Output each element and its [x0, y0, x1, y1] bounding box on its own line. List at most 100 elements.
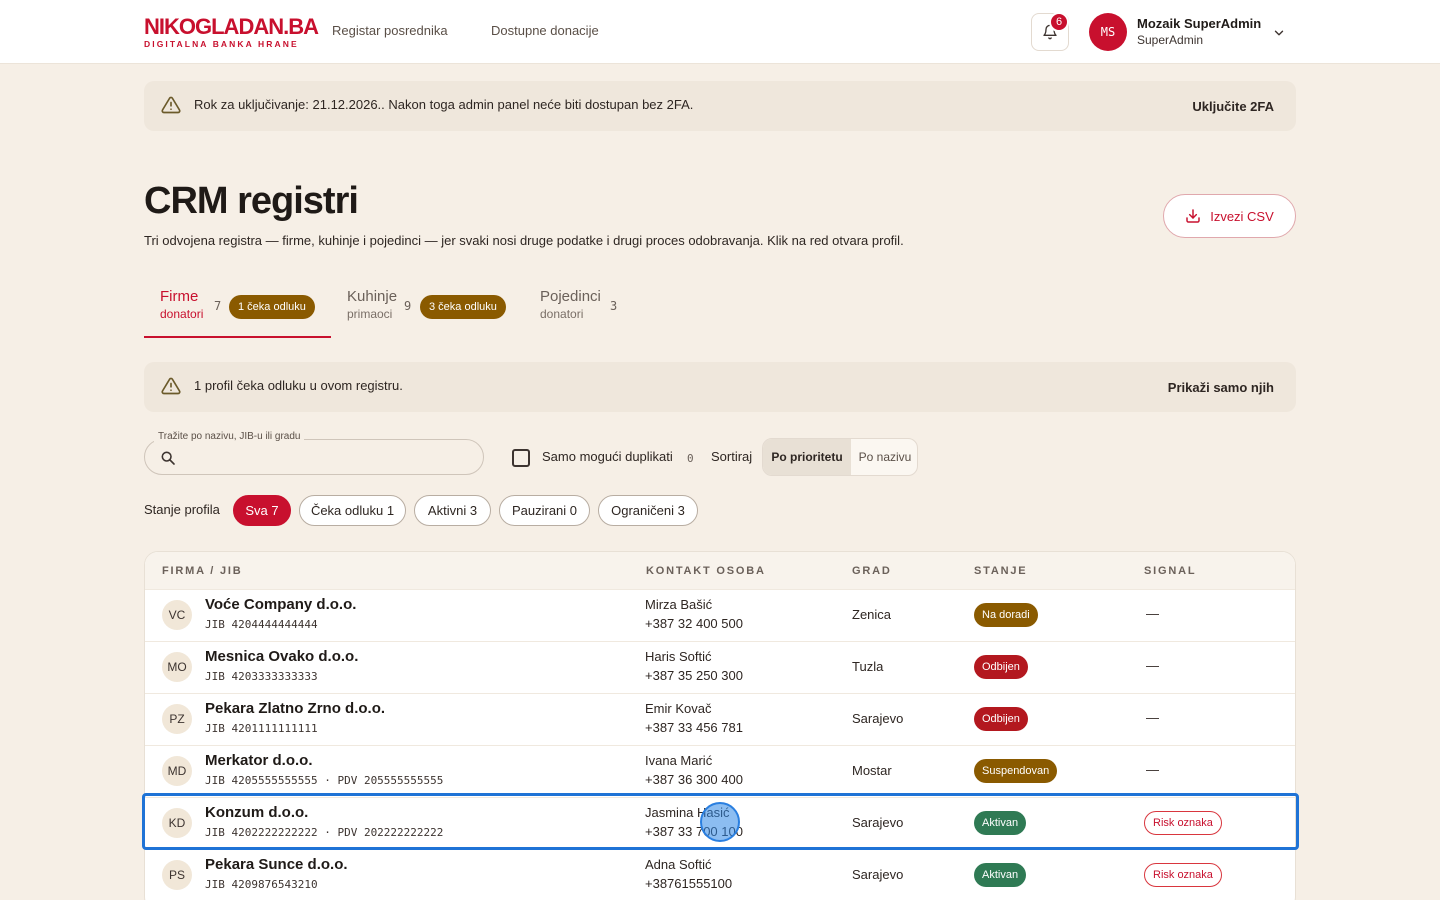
- user-role: SuperAdmin: [1137, 33, 1204, 47]
- status-badge: Aktivan: [974, 863, 1027, 887]
- tab-pojedinci-label: Pojedinci: [540, 288, 601, 305]
- contact-name: Ivana Marić: [645, 753, 713, 768]
- col-grad[interactable]: GRAD: [852, 565, 892, 577]
- col-firma[interactable]: FIRMA / JIB: [162, 565, 243, 577]
- search-input[interactable]: [186, 446, 466, 468]
- sort-by-name[interactable]: Po nazivu: [851, 439, 917, 475]
- top-bar: NIKOGLADAN.BA DIGITALNA BANKA HRANE Regi…: [0, 0, 1440, 64]
- signal: —: [1146, 606, 1159, 621]
- risk-badge: Risk oznaka: [1144, 863, 1222, 887]
- row-avatar: MD: [162, 756, 192, 786]
- page-title: CRM registri: [144, 180, 359, 222]
- city: Zenica: [852, 607, 892, 622]
- logo-main: NIKOGLADAN.BA: [144, 14, 319, 39]
- row-avatar: PZ: [162, 704, 192, 734]
- col-signal[interactable]: SIGNAL: [1144, 565, 1196, 577]
- duplicates-checkbox[interactable]: [512, 449, 530, 467]
- tab-kuhinje[interactable]: Kuhinje primaoci: [347, 288, 397, 321]
- contact-phone: +387 36 300 400: [645, 772, 743, 787]
- chip-ograniceni[interactable]: Ograničeni 3: [598, 495, 698, 526]
- firms-table: FIRMA / JIB KONTAKT OSOBA GRAD STANJE SI…: [144, 551, 1296, 900]
- chevron-down-icon[interactable]: [1272, 26, 1286, 40]
- status-badge: Suspendovan: [974, 759, 1058, 783]
- contact-phone: +38761555100: [645, 876, 733, 891]
- pending-banner: 1 profil čeka odluku u ovom registru. Pr…: [144, 362, 1296, 412]
- firm-jib: JIB 4204444444444: [205, 618, 318, 631]
- status-badge: Odbijen: [974, 655, 1028, 679]
- row-avatar: MO: [162, 652, 192, 682]
- contact-phone: +387 33 700 100: [645, 824, 743, 839]
- table-row[interactable]: VC Voće Company d.o.o. JIB 4204444444444…: [145, 589, 1295, 641]
- tab-kuhinje-sub: primaoci: [347, 307, 393, 321]
- sort-by-priority[interactable]: Po prioritetu: [763, 439, 851, 475]
- sort-toggle: Po prioritetu Po nazivu: [762, 438, 918, 476]
- chip-ceka-odluku[interactable]: Čeka odluku 1: [299, 495, 406, 526]
- contact-name: Emir Kovač: [645, 701, 712, 716]
- contact-phone: +387 32 400 500: [645, 616, 743, 631]
- firm-name: Pekara Zlatno Zrno d.o.o.: [205, 700, 386, 717]
- tab-firme[interactable]: Firme donatori: [160, 288, 203, 321]
- tab-firme-sub: donatori: [160, 307, 204, 321]
- contact-name: Haris Softić: [645, 649, 712, 664]
- pending-banner-text: 1 profil čeka odluku u ovom registru.: [194, 378, 403, 393]
- tab-kuhinje-count: 9: [404, 299, 412, 313]
- tab-kuhinje-label: Kuhinje: [347, 288, 398, 305]
- chip-pauzirani[interactable]: Pauzirani 0: [499, 495, 590, 526]
- chip-sva[interactable]: Sva 7: [233, 495, 291, 526]
- table-row[interactable]: MO Mesnica Ovako d.o.o. JIB 420333333333…: [145, 641, 1295, 693]
- table-row[interactable]: KD Konzum d.o.o. JIB 4202222222222 · PDV…: [145, 797, 1295, 849]
- duplicates-label[interactable]: Samo mogući duplikati: [542, 449, 673, 464]
- tab-pojedinci[interactable]: Pojedinci donatori: [540, 288, 601, 321]
- search-icon: [161, 451, 175, 465]
- active-tab-indicator: [144, 336, 331, 338]
- col-stanje[interactable]: STANJE: [974, 565, 1027, 577]
- table-row[interactable]: PZ Pekara Zlatno Zrno d.o.o. JIB 4201111…: [145, 693, 1295, 745]
- risk-badge: Risk oznaka: [1144, 811, 1222, 835]
- table-row[interactable]: PS Pekara Sunce d.o.o. JIB 4209876543210…: [145, 849, 1295, 900]
- user-avatar[interactable]: MS: [1089, 13, 1127, 51]
- duplicates-count: 0: [687, 452, 694, 465]
- page-subtitle: Tri odvojena registra — firme, kuhinje i…: [144, 233, 904, 248]
- firm-name: Mesnica Ovako d.o.o.: [205, 648, 359, 665]
- signal: —: [1146, 762, 1159, 777]
- notifications-badge: 6: [1049, 12, 1069, 32]
- contact-phone: +387 33 456 781: [645, 720, 743, 735]
- firm-jib: JIB 4209876543210: [205, 878, 318, 891]
- twofa-banner-text: Rok za uključivanje: 21.12.2026.. Nakon …: [194, 97, 694, 112]
- user-name[interactable]: Mozaik SuperAdmin: [1137, 16, 1261, 31]
- state-filter-label: Stanje profila: [144, 502, 220, 517]
- firm-name: Voće Company d.o.o.: [205, 596, 357, 613]
- city: Tuzla: [852, 659, 884, 674]
- chip-aktivni[interactable]: Aktivni 3: [414, 495, 491, 526]
- download-icon: [1186, 209, 1200, 223]
- tab-firme-pending-badge: 1 čeka odluku: [229, 295, 315, 319]
- logo[interactable]: NIKOGLADAN.BA DIGITALNA BANKA HRANE: [144, 14, 319, 50]
- export-csv-label: Izvezi CSV: [1210, 208, 1274, 224]
- row-avatar: PS: [162, 860, 192, 890]
- tab-kuhinje-pending-badge: 3 čeka odluku: [420, 295, 506, 319]
- warning-icon: [161, 377, 181, 395]
- sort-label: Sortiraj: [711, 449, 753, 464]
- signal: —: [1146, 710, 1159, 725]
- enable-2fa-button[interactable]: Uključite 2FA: [1192, 99, 1274, 114]
- firm-name: Pekara Sunce d.o.o.: [205, 856, 348, 873]
- firm-jib: JIB 4203333333333: [205, 670, 318, 683]
- nav-link-registar[interactable]: Registar posrednika: [332, 23, 448, 38]
- contact-name: Mirza Bašić: [645, 597, 713, 612]
- export-csv-button[interactable]: Izvezi CSV: [1163, 194, 1296, 238]
- warning-icon: [161, 96, 181, 114]
- signal: —: [1146, 658, 1159, 673]
- city: Sarajevo: [852, 711, 904, 726]
- firm-name: Merkator d.o.o.: [205, 752, 313, 769]
- table-row[interactable]: MD Merkator d.o.o. JIB 4205555555555 · P…: [145, 745, 1295, 797]
- city: Mostar: [852, 763, 892, 778]
- contact-phone: +387 35 250 300: [645, 668, 743, 683]
- col-kontakt[interactable]: KONTAKT OSOBA: [646, 565, 766, 577]
- table-header: FIRMA / JIB KONTAKT OSOBA GRAD STANJE SI…: [145, 552, 1295, 590]
- tab-firme-count: 7: [214, 299, 222, 313]
- firm-jib: JIB 4205555555555 · PDV 205555555555: [205, 774, 444, 787]
- show-pending-only-button[interactable]: Prikaži samo njih: [1168, 380, 1274, 395]
- status-badge: Na doradi: [974, 603, 1038, 627]
- nav-link-donacije[interactable]: Dostupne donacije: [491, 23, 599, 38]
- firm-name: Konzum d.o.o.: [205, 804, 309, 821]
